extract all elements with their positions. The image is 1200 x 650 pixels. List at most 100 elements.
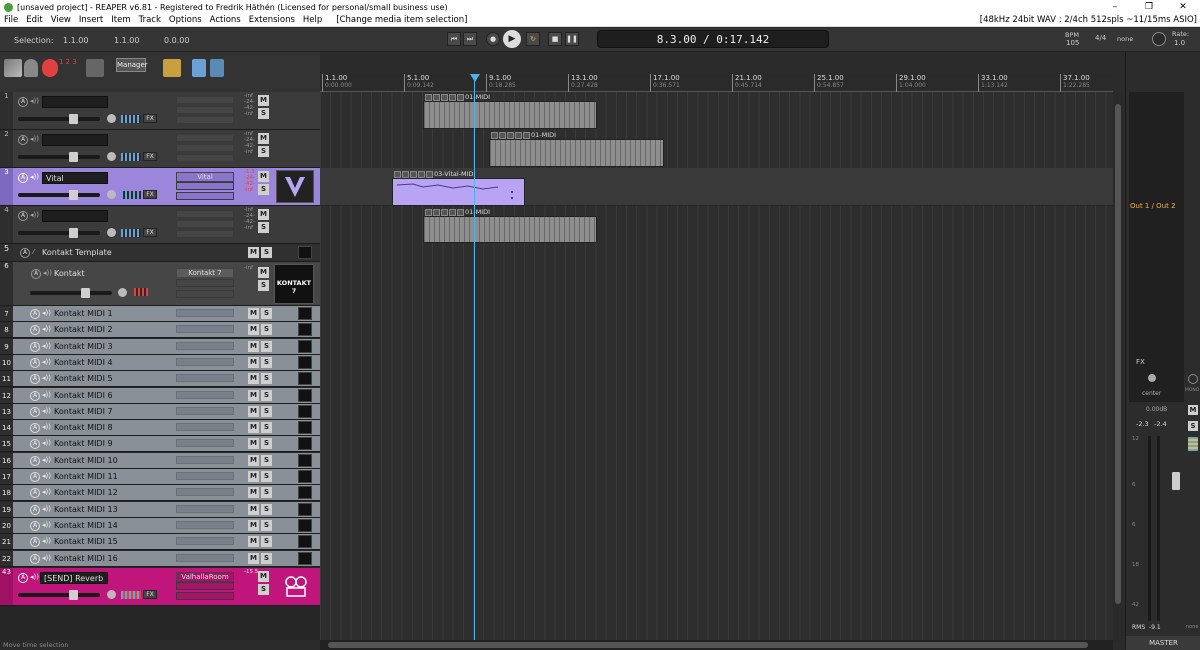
track-kontakt-midi-11[interactable]: 17 A ◂)) Kontakt MIDI 11 M S xyxy=(0,469,320,485)
fx-slot[interactable] xyxy=(176,374,234,383)
playhead-marker-icon[interactable] xyxy=(470,74,480,82)
track-name-label[interactable]: Kontakt MIDI 15 xyxy=(54,537,118,546)
manager-button[interactable]: Manager xyxy=(116,58,148,72)
pan-knob-icon[interactable] xyxy=(107,228,116,237)
fx-slot[interactable] xyxy=(176,230,234,238)
speaker-icon[interactable]: ◂)) xyxy=(43,269,52,277)
automation-icon[interactable]: A xyxy=(30,520,40,531)
mixer-icon[interactable] xyxy=(210,59,224,77)
master-output-label[interactable]: Out 1 / Out 2 xyxy=(1130,202,1176,210)
go-to-end-button[interactable]: ⏭ xyxy=(463,32,477,46)
solo-button[interactable]: S xyxy=(261,324,272,336)
mute-button[interactable]: M xyxy=(258,267,269,278)
track-kontakt-midi-6[interactable]: 12 A ◂)) Kontakt MIDI 6 MS xyxy=(0,387,320,404)
vital-plugin-thumbnail[interactable] xyxy=(276,170,314,203)
item-take-icon[interactable] xyxy=(449,93,456,101)
master-pan-knob-icon[interactable] xyxy=(1148,374,1156,382)
speaker-icon[interactable]: ◂)) xyxy=(42,537,51,545)
horizontal-scroll-thumb[interactable] xyxy=(328,642,1088,648)
mute-button[interactable]: M xyxy=(258,571,269,582)
fx-slot[interactable] xyxy=(176,390,234,399)
fx-button[interactable]: FX xyxy=(143,152,157,161)
speaker-icon[interactable]: ◂)) xyxy=(42,391,51,399)
track-name-label[interactable]: Kontakt MIDI 14 xyxy=(54,521,118,530)
volume-fader-thumb[interactable] xyxy=(69,590,78,600)
pan-knob-icon[interactable] xyxy=(118,288,127,297)
menu-edit[interactable]: Edit xyxy=(22,15,46,25)
fx-slot[interactable] xyxy=(176,290,234,298)
speaker-icon[interactable]: ◂)) xyxy=(42,456,51,464)
fx-slot[interactable] xyxy=(176,96,234,104)
solo-button[interactable]: S xyxy=(258,222,269,233)
automation-icon[interactable]: A xyxy=(30,406,40,417)
sync-mode[interactable]: none xyxy=(1117,35,1133,43)
speaker-icon[interactable]: ◂)) xyxy=(42,423,51,431)
time-display[interactable]: 8.3.00 / 0:17.142 xyxy=(597,30,829,48)
solo-button[interactable]: S xyxy=(258,280,269,291)
fx-slot[interactable] xyxy=(176,592,234,600)
pause-button[interactable]: ❚❚ xyxy=(565,32,579,46)
speaker-icon[interactable]: ◂)) xyxy=(42,521,51,529)
speaker-icon[interactable]: ◂)) xyxy=(42,309,51,317)
track-1[interactable]: 1 A ◂)) FX -inf -24- -42- -inf M S xyxy=(0,92,320,130)
maximize-button[interactable]: ❐ xyxy=(1132,0,1166,14)
automation-icon[interactable]: A xyxy=(31,269,41,279)
mute-button[interactable]: M xyxy=(258,171,269,182)
solo-button[interactable]: S xyxy=(261,454,272,466)
fx-slot[interactable] xyxy=(176,520,234,529)
volume-fader-thumb[interactable] xyxy=(69,152,78,162)
close-button[interactable]: ✕ xyxy=(1166,0,1200,14)
midi-item-track-4[interactable] xyxy=(423,216,597,243)
automation-icon[interactable]: A xyxy=(30,357,40,368)
automation-icon[interactable]: A xyxy=(20,248,30,258)
speaker-icon[interactable]: ◂)) xyxy=(30,135,39,143)
track-name-label[interactable]: Kontakt MIDI 8 xyxy=(54,423,113,432)
fx-slot-vital[interactable]: Vital xyxy=(176,172,234,182)
fx-slot[interactable] xyxy=(176,553,234,562)
selection-length[interactable]: 0.0.00 xyxy=(164,36,189,45)
track-name-label[interactable]: Kontakt MIDI 9 xyxy=(54,439,113,448)
routing-icon[interactable] xyxy=(192,59,206,77)
mute-button[interactable]: M xyxy=(248,503,259,515)
lock-icon[interactable] xyxy=(24,59,38,77)
fx-slot[interactable] xyxy=(176,582,234,590)
horizontal-scrollbar[interactable] xyxy=(320,640,1113,650)
track-name-field[interactable] xyxy=(42,96,108,108)
speaker-icon[interactable]: ◂)) xyxy=(42,505,51,513)
play-button[interactable]: ▶ xyxy=(503,30,521,48)
solo-button[interactable]: S xyxy=(261,552,272,564)
fx-button[interactable]: FX xyxy=(143,590,157,599)
automation-icon[interactable]: A xyxy=(30,439,40,450)
mute-button[interactable]: M xyxy=(248,324,259,336)
mute-button[interactable]: M xyxy=(258,95,269,106)
speaker-icon[interactable]: ◂)) xyxy=(42,439,51,447)
menu-options[interactable]: Options xyxy=(165,15,206,25)
fx-slot[interactable] xyxy=(176,182,234,190)
item-mute-icon[interactable] xyxy=(441,93,448,101)
fx-button[interactable]: FX xyxy=(143,114,157,123)
vertical-scroll-thumb[interactable] xyxy=(1115,104,1121,604)
fx-slot[interactable] xyxy=(176,423,234,432)
selection-start[interactable]: 1.1.00 xyxy=(63,36,88,45)
repeat-toggle-icon[interactable]: ↻ xyxy=(526,32,540,46)
item-fx-icon[interactable] xyxy=(402,170,409,178)
speaker-icon[interactable]: ◂)) xyxy=(30,173,39,181)
track-kontakt-midi-5[interactable]: 11 A ◂)) Kontakt MIDI 5 MS xyxy=(0,371,320,388)
mute-button[interactable]: M xyxy=(248,389,259,401)
midi-item-track-1[interactable] xyxy=(423,101,597,129)
fx-slot[interactable] xyxy=(176,455,234,464)
track-kontakt-midi-4[interactable]: 10 A ◂)) Kontakt MIDI 4 MS xyxy=(0,354,320,371)
mute-button[interactable]: M xyxy=(248,438,259,450)
fx-button[interactable]: FX xyxy=(143,228,157,237)
master-volume-fader-thumb[interactable] xyxy=(1172,472,1180,490)
menu-item[interactable]: Item xyxy=(107,15,134,25)
automation-icon[interactable]: A xyxy=(30,504,40,515)
track-name-label[interactable]: Kontakt MIDI 11 xyxy=(54,472,118,481)
fx-slot[interactable] xyxy=(176,537,234,546)
menu-extensions[interactable]: Extensions xyxy=(245,15,299,25)
fx-slot[interactable] xyxy=(176,325,234,334)
solo-button[interactable]: S xyxy=(261,340,272,352)
pan-knob-icon[interactable] xyxy=(107,114,116,123)
item-lock-icon[interactable] xyxy=(491,131,498,139)
solo-button[interactable]: S xyxy=(261,356,272,368)
